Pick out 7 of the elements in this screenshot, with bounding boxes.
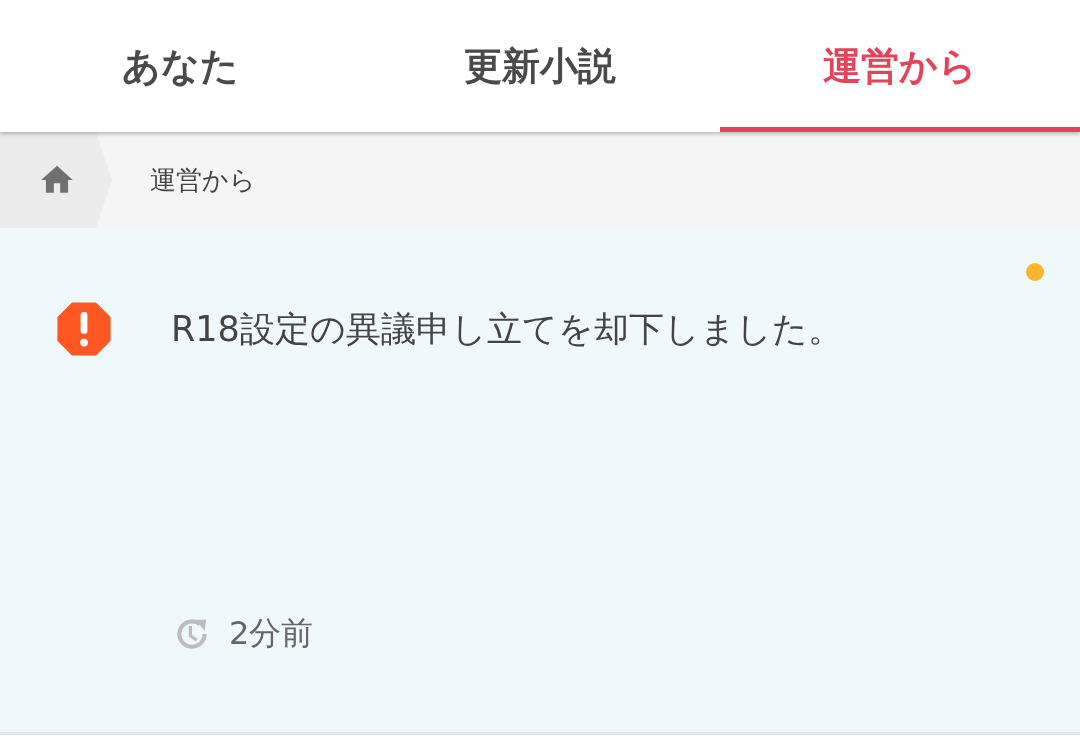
- timestamp: 2分前: [229, 613, 314, 654]
- breadcrumb-label: 運営から: [150, 163, 256, 197]
- notification-message: R18設定の異議申し立てを却下しました。: [171, 307, 843, 351]
- tab[interactable]: あなた: [0, 0, 360, 132]
- home-button[interactable]: [0, 132, 112, 228]
- tab[interactable]: 更新小説: [360, 0, 720, 132]
- warning-icon: [55, 300, 113, 358]
